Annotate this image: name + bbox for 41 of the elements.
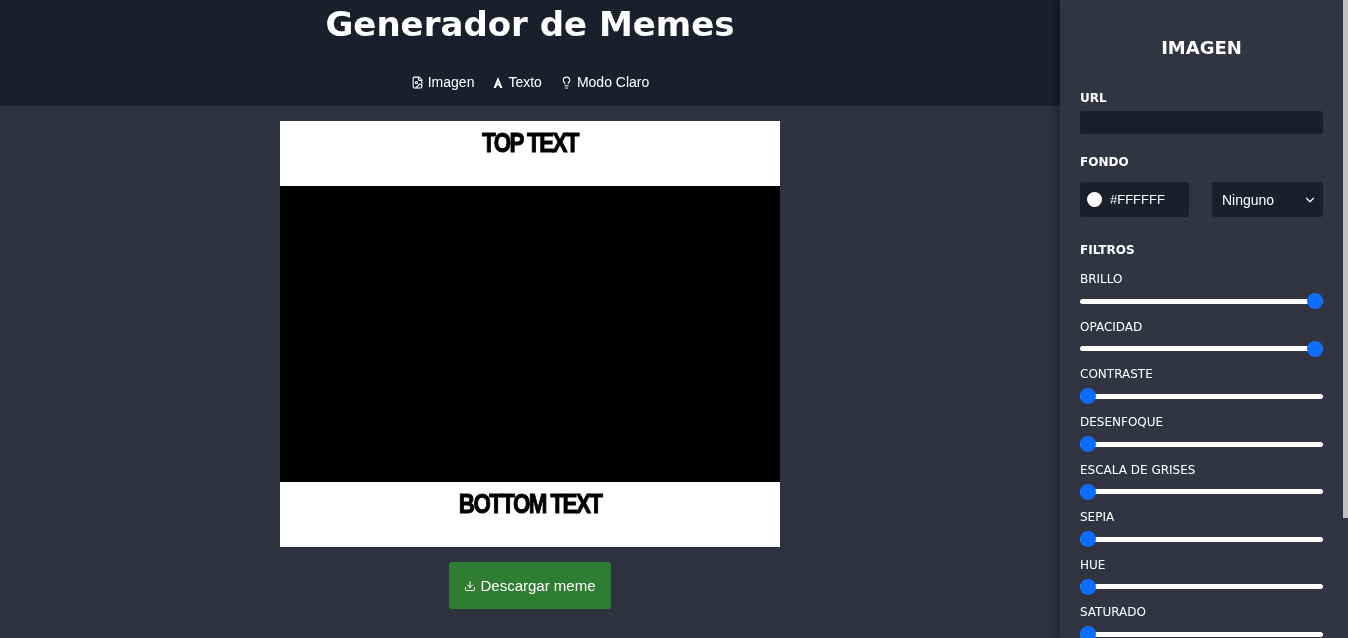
slider-thumb[interactable] bbox=[1080, 626, 1096, 638]
slider[interactable] bbox=[1080, 626, 1323, 638]
slider-thumb[interactable] bbox=[1080, 436, 1096, 453]
filter-label: ESCALA DE GRISES bbox=[1080, 461, 1197, 478]
slider-thumb[interactable] bbox=[1080, 388, 1096, 405]
nav-link[interactable]: Modo Claro bbox=[559, 74, 650, 90]
slider[interactable] bbox=[1080, 531, 1323, 544]
filters-label: FILTROS bbox=[1080, 243, 1136, 258]
slider[interactable] bbox=[1080, 436, 1323, 449]
filter-label: DESENFOQUE bbox=[1080, 414, 1165, 431]
slider-thumb[interactable] bbox=[1080, 578, 1096, 595]
color-field[interactable]: #FFFFFF bbox=[1080, 182, 1189, 218]
slider[interactable] bbox=[1080, 293, 1323, 306]
letter-a-icon bbox=[492, 75, 505, 89]
download-button[interactable]: Descargar meme bbox=[449, 562, 611, 609]
slider[interactable] bbox=[1080, 578, 1323, 592]
slider-thumb[interactable] bbox=[1307, 340, 1323, 357]
background-label: FONDO bbox=[1080, 155, 1130, 170]
slider[interactable] bbox=[1080, 388, 1323, 402]
color-value: #FFFFFF bbox=[1110, 192, 1165, 208]
top-text: TOP TEXT bbox=[482, 127, 578, 159]
filter-label: HUE bbox=[1080, 556, 1107, 573]
filter-label: SEPIA bbox=[1080, 509, 1116, 526]
slider-thumb[interactable] bbox=[1307, 293, 1323, 310]
panel-title: IMAGEN bbox=[1160, 36, 1243, 60]
bottom-text: BOTTOM TEXT bbox=[458, 488, 602, 520]
filter-label: SATURADO bbox=[1080, 604, 1147, 621]
nav-link[interactable]: Texto bbox=[492, 74, 542, 90]
filter-label: CONTRASTE bbox=[1080, 366, 1154, 383]
nav-link[interactable]: Imagen bbox=[410, 74, 475, 90]
url-label: URL bbox=[1080, 91, 1108, 105]
file-image-icon bbox=[410, 75, 424, 89]
blend-mode-select[interactable]: Ninguno bbox=[1212, 182, 1323, 218]
filter-label: BRILLO bbox=[1080, 271, 1124, 288]
slider[interactable] bbox=[1080, 340, 1323, 354]
filter-label: OPACIDAD bbox=[1080, 318, 1144, 335]
slider-thumb[interactable] bbox=[1080, 483, 1096, 500]
download-icon bbox=[464, 579, 477, 592]
slider[interactable] bbox=[1080, 483, 1323, 497]
page-title: Generador de Memes bbox=[325, 3, 735, 46]
slider-thumb[interactable] bbox=[1080, 531, 1096, 548]
